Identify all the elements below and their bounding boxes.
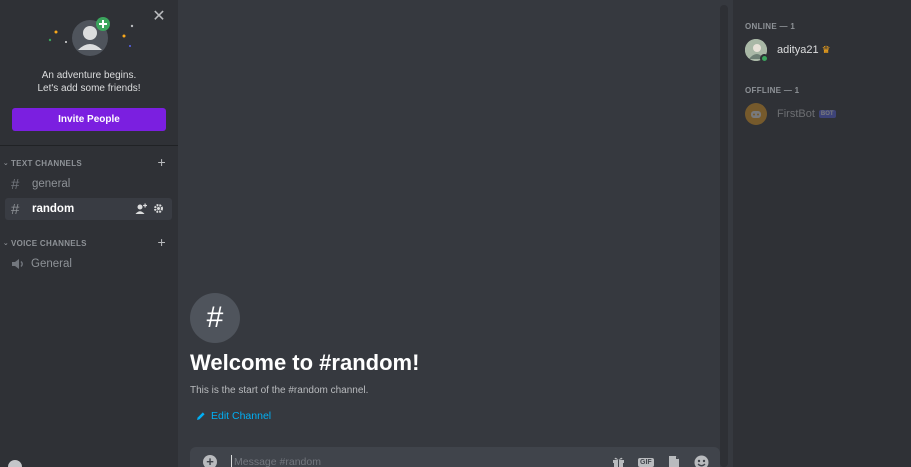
member-list: ONLINE — 1 aditya21 ♛ OFFLINE — 1 FirstB… <box>733 0 911 467</box>
edit-channel-label: Edit Channel <box>211 410 272 422</box>
message-input[interactable] <box>231 455 591 467</box>
welcome-subtitle: This is the start of the #random channel… <box>190 385 369 396</box>
avatar <box>745 103 767 125</box>
add-text-channel-button[interactable]: + <box>158 154 166 170</box>
channel-name: general <box>32 178 71 190</box>
pencil-icon <box>197 412 205 420</box>
add-attachment-button[interactable]: + <box>203 455 217 467</box>
online-header: ONLINE — 1 <box>745 22 796 31</box>
edit-channel-link[interactable]: Edit Channel <box>196 410 271 422</box>
channel-general[interactable]: # general <box>5 173 172 195</box>
gear-icon[interactable] <box>153 203 164 214</box>
avatar[interactable] <box>8 460 22 467</box>
category-label: VOICE CHANNELS <box>11 238 87 248</box>
crown-icon: ♛ <box>821 44 831 56</box>
chevron-down-icon: ⌄ <box>2 240 10 247</box>
online-status-icon <box>760 54 769 63</box>
invite-line-1: An adventure begins. <box>41 70 137 81</box>
channel-hash-icon: # <box>190 293 240 343</box>
close-icon[interactable]: ✕ <box>152 9 166 25</box>
channel-random[interactable]: # random <box>5 198 172 220</box>
channel-sidebar: ✕ An adventure begins. Let's add some fr… <box>0 0 178 467</box>
scrollbar[interactable] <box>720 5 728 467</box>
invite-people-button[interactable]: Invite People <box>12 108 166 131</box>
category-voice-channels[interactable]: ⌄ VOICE CHANNELS + <box>0 234 178 250</box>
welcome-title: Welcome to #random! <box>190 350 420 375</box>
offline-header: OFFLINE — 1 <box>745 86 800 95</box>
hash-icon: # <box>11 200 20 218</box>
channel-name: General <box>31 258 72 270</box>
avatar <box>745 39 769 63</box>
member-name: FirstBot <box>777 108 815 120</box>
invite-line-2: Let's add some friends! <box>37 83 141 94</box>
member-aditya21[interactable]: aditya21 ♛ <box>745 37 831 63</box>
gif-button[interactable]: GIF <box>638 454 654 467</box>
gif-label: GIF <box>638 457 654 467</box>
category-label: TEXT CHANNELS <box>11 158 83 168</box>
bot-badge: BOT <box>818 110 836 118</box>
voice-channel-general[interactable]: General <box>5 253 172 275</box>
invite-card: ✕ An adventure begins. Let's add some fr… <box>0 0 178 146</box>
chat-area <box>178 0 733 467</box>
gift-icon[interactable] <box>612 454 625 467</box>
invite-message: An adventure begins. Let's add some frie… <box>0 69 178 95</box>
invite-member-icon[interactable] <box>135 203 147 215</box>
message-composer: + GIF <box>190 447 720 467</box>
speaker-icon <box>12 259 23 269</box>
member-firstbot[interactable]: FirstBot BOT <box>745 101 836 127</box>
channel-name: random <box>32 203 75 215</box>
member-name: aditya21 <box>777 44 819 56</box>
chevron-down-icon: ⌄ <box>2 160 10 167</box>
category-text-channels[interactable]: ⌄ TEXT CHANNELS + <box>0 154 178 170</box>
add-friend-illustration-icon <box>48 17 134 56</box>
add-voice-channel-button[interactable]: + <box>158 234 166 250</box>
sticker-icon[interactable] <box>668 454 680 467</box>
emoji-icon[interactable] <box>694 454 709 467</box>
hash-icon: # <box>11 175 20 193</box>
